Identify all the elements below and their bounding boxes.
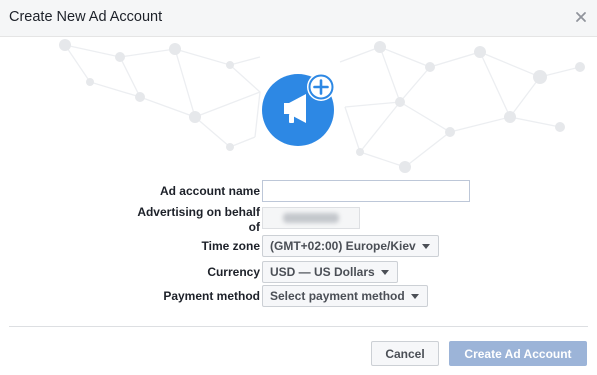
advertising-on-behalf-label: Advertising on behalf of [137, 205, 260, 235]
chevron-down-icon [421, 243, 430, 249]
time-zone-select[interactable]: (GMT+02:00) Europe/Kiev [262, 235, 439, 257]
cancel-button[interactable]: Cancel [371, 341, 439, 366]
advertising-on-behalf-label-line1: Advertising on behalf [137, 205, 260, 219]
chevron-down-icon [380, 269, 389, 275]
payment-method-label: Payment method [163, 289, 260, 303]
dialog-header: Create New Ad Account [0, 0, 597, 37]
payment-method-value: Select payment method [270, 289, 405, 303]
advertising-on-behalf-label-line2: of [248, 220, 260, 234]
time-zone-value: (GMT+02:00) Europe/Kiev [270, 239, 416, 253]
currency-select[interactable]: USD — US Dollars [262, 261, 398, 283]
ad-account-hero-graphic [262, 70, 338, 146]
create-ad-account-button[interactable]: Create Ad Account [449, 341, 587, 366]
advertising-on-behalf-value [262, 207, 360, 229]
close-icon[interactable] [574, 10, 588, 24]
dialog-title: Create New Ad Account [9, 9, 163, 25]
ad-account-name-input[interactable] [262, 180, 470, 202]
currency-value: USD — US Dollars [270, 265, 375, 279]
footer-divider [9, 326, 588, 327]
chevron-down-icon [410, 293, 419, 299]
currency-label: Currency [207, 265, 260, 279]
create-ad-account-dialog: Create New Ad Account Ad account name Ad… [0, 0, 597, 375]
payment-method-select[interactable]: Select payment method [262, 285, 428, 307]
plus-icon [307, 73, 335, 101]
redacted-business-name [283, 213, 339, 223]
time-zone-label: Time zone [201, 239, 260, 253]
ad-account-name-label: Ad account name [159, 184, 260, 198]
